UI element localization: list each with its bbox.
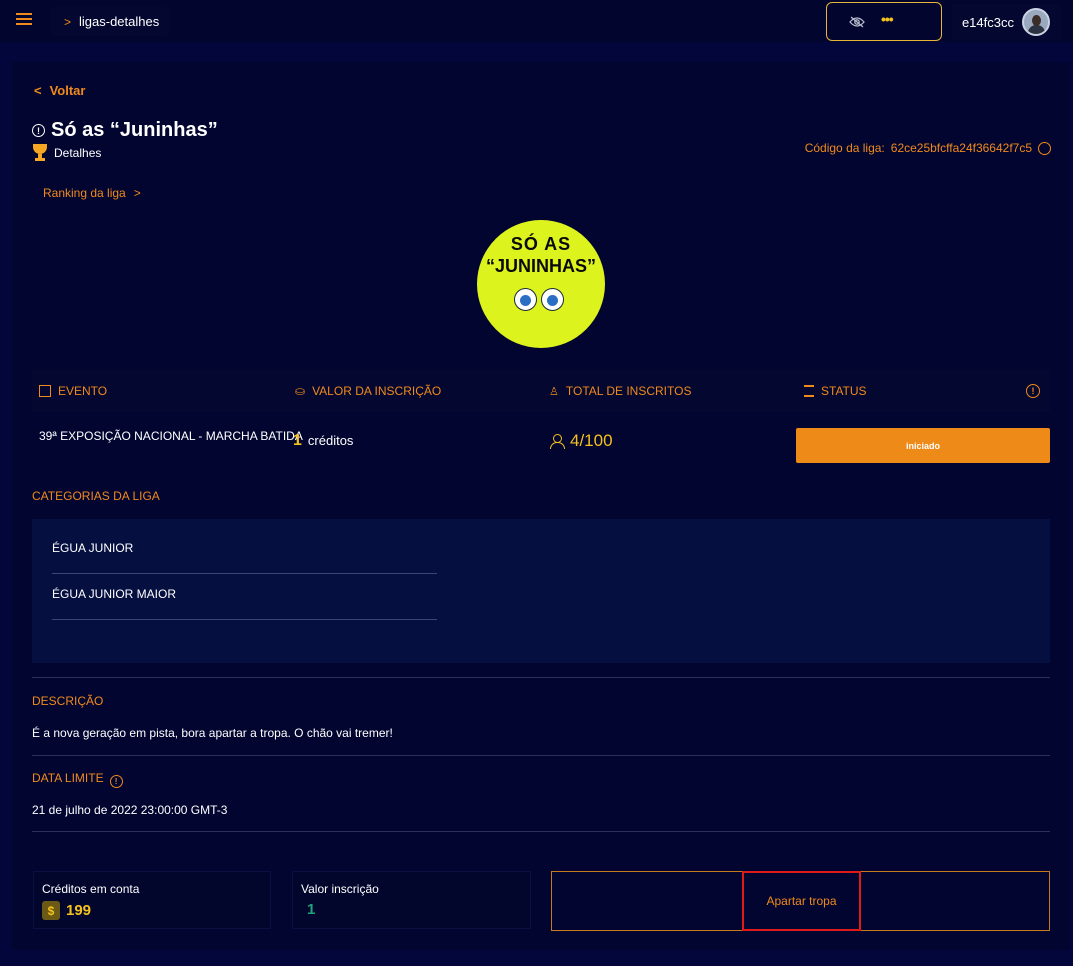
chevron-left-icon: < [34, 83, 42, 98]
chevron-right-icon: > [64, 14, 72, 29]
info-header-bar [32, 369, 1050, 412]
ranking-label: Ranking da liga [43, 186, 126, 200]
hamburger-menu-icon[interactable] [16, 13, 32, 27]
hourglass-icon [804, 385, 814, 397]
league-code: Código da liga: 62ce25bfcffa24f36642f7c5 [805, 141, 1051, 155]
fee-value: 1 [307, 901, 316, 918]
logo-text-line2: “JUNINHAS” [485, 256, 596, 276]
more-options-icon[interactable]: ••• [881, 11, 894, 27]
breadcrumb-label: ligas-detalhes [79, 14, 160, 29]
details-label: Detalhes [54, 146, 102, 160]
deadline-value: 21 de julho de 2022 23:00:00 GMT-3 [32, 803, 228, 817]
valor-header: ⛀ VALOR DA INSCRIÇÃO [295, 384, 441, 398]
divider [32, 831, 1050, 832]
alert-circle-icon: ! [32, 124, 45, 137]
logo-eyes-icon [514, 288, 564, 311]
valor-value: 1 créditos [293, 432, 353, 450]
credits-row: $ 199 [42, 901, 262, 920]
credits-value: 199 [66, 902, 92, 919]
page-title: ! Só as “Juninhas” [32, 119, 218, 142]
status-badge[interactable]: iniciado [796, 428, 1050, 463]
divider [32, 755, 1050, 756]
user-icon: ♙ [549, 385, 559, 398]
evento-header: EVENTO [39, 384, 107, 398]
description-title: DESCRIÇÃO [32, 694, 104, 708]
back-link[interactable]: < Voltar [34, 83, 85, 98]
details-label-row: Detalhes [32, 144, 101, 162]
deadline-title: DATA LIMITE! [32, 771, 123, 788]
valor-header-label: VALOR DA INSCRIÇÃO [312, 384, 442, 398]
list-item: ÉGUA JUNIOR [52, 541, 437, 574]
evento-header-label: EVENTO [58, 384, 108, 398]
coins-icon: ⛀ [295, 384, 306, 398]
valor-unit: créditos [307, 433, 354, 448]
fee-card: Valor inscrição 1 [292, 871, 531, 929]
evento-value: 39ª EXPOSIÇÃO NACIONAL - MARCHA BATIDA [39, 429, 303, 443]
status-header-label: STATUS [821, 384, 867, 398]
status-header: STATUS [804, 384, 867, 398]
breadcrumb[interactable]: > ligas-detalhes [50, 7, 169, 36]
divider [32, 677, 1050, 678]
categories-title: CATEGORIAS DA LIGA [32, 489, 160, 503]
credits-label: Créditos em conta [42, 882, 140, 896]
status-info-icon[interactable]: ! [1026, 384, 1040, 398]
total-value: 4/100 [550, 431, 613, 451]
ranking-link[interactable]: Ranking da liga > [43, 186, 141, 200]
deadline-title-label: DATA LIMITE [32, 771, 104, 785]
fee-label: Valor inscrição [301, 882, 379, 896]
fee-row: 1 [301, 901, 522, 918]
category-label: ÉGUA JUNIOR MAIOR [52, 587, 177, 601]
avatar [1022, 8, 1050, 36]
visibility-toggle[interactable]: ••• [826, 2, 942, 41]
whatsapp-share-icon[interactable] [1038, 141, 1051, 155]
total-header: ♙ TOTAL DE INSCRITOS [549, 384, 691, 398]
total-count: 4/100 [570, 431, 613, 450]
back-label: Voltar [49, 83, 86, 98]
description-text: É a nova geração em pista, bora apartar … [32, 726, 393, 740]
apartar-tropa-button[interactable]: Apartar tropa [742, 871, 861, 931]
league-name: Só as “Juninhas” [51, 119, 218, 141]
chevron-right-icon: > [133, 186, 141, 200]
valor-number: 1 [293, 432, 302, 449]
map-icon [39, 385, 51, 397]
list-item: ÉGUA JUNIOR MAIOR [52, 587, 437, 620]
total-header-label: TOTAL DE INSCRITOS [565, 384, 692, 398]
user-icon [550, 434, 565, 449]
category-label: ÉGUA JUNIOR [52, 541, 134, 555]
user-menu[interactable]: e14fc3cc [952, 4, 1062, 40]
league-logo: SÓ AS “JUNINHAS” [477, 220, 605, 348]
credits-card: Créditos em conta $ 199 [33, 871, 271, 929]
user-id: e14fc3cc [961, 14, 1014, 30]
logo-text-line1: SÓ AS [510, 234, 572, 254]
info-icon[interactable]: ! [109, 775, 123, 788]
trophy-icon [32, 144, 48, 162]
league-code-label: Código da liga: [804, 141, 885, 155]
league-code-value: 62ce25bfcffa24f36642f7c5 [890, 141, 1032, 155]
dollar-icon: $ [42, 901, 60, 920]
eye-off-icon [849, 16, 865, 27]
